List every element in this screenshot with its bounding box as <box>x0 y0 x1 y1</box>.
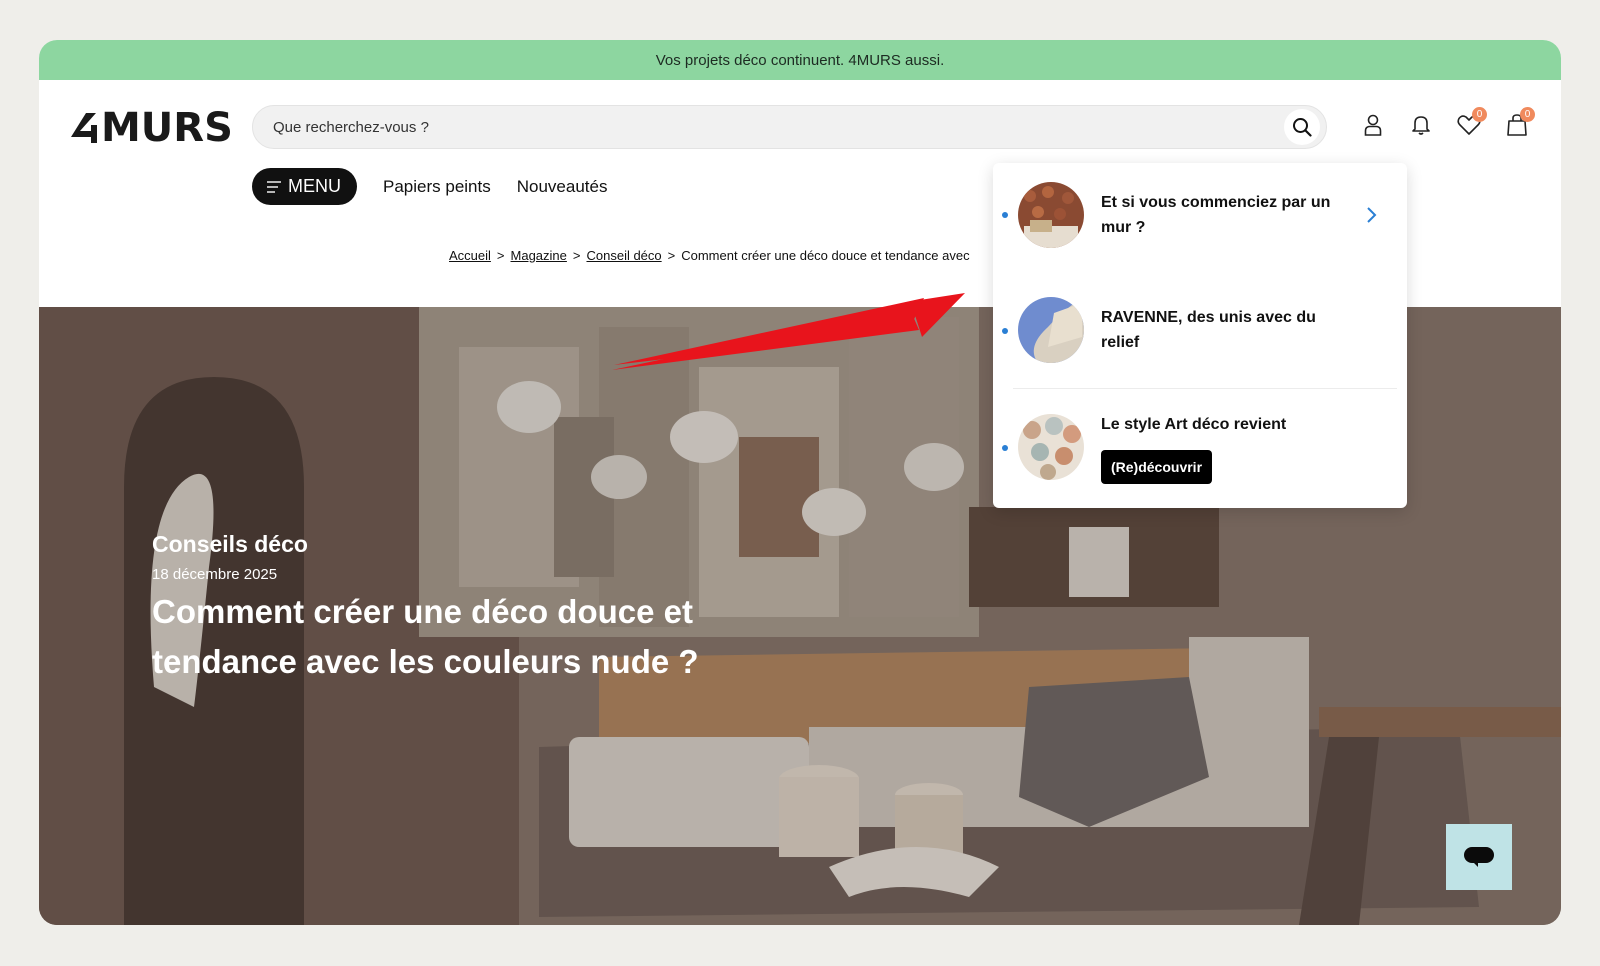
bell-icon <box>1412 116 1430 135</box>
promo-banner[interactable]: Vos projets déco continuent. 4MURS aussi… <box>39 40 1561 80</box>
notification-thumbnail <box>1018 182 1084 248</box>
chevron-right-icon[interactable] <box>1365 206 1377 224</box>
wishlist-button[interactable]: 0 <box>1455 107 1487 140</box>
notification-text: Et si vous commenciez par un mur ? <box>1101 194 1331 236</box>
logo-mark-icon <box>71 113 97 143</box>
breadcrumb-separator: > <box>667 248 676 263</box>
notification-item[interactable]: Et si vous commenciez par un mur ? <box>993 163 1407 281</box>
notification-thumbnail <box>1018 414 1084 480</box>
main-nav: MENU Papiers peints Nouveautés <box>252 168 607 205</box>
breadcrumb-conseil-deco[interactable]: Conseil déco <box>586 248 661 263</box>
hero-title: Comment créer une déco douce et tendance… <box>152 593 699 680</box>
browser-frame: Vos projets déco continuent. 4MURS aussi… <box>39 40 1561 925</box>
rediscover-button[interactable]: (Re)découvrir <box>1101 450 1213 484</box>
breadcrumb-magazine[interactable]: Magazine <box>511 248 567 263</box>
chat-icon <box>1464 847 1494 867</box>
breadcrumb: Accueil > Magazine > Conseil déco > Comm… <box>449 248 1009 263</box>
notification-text: RAVENNE, des unis avec du relief <box>1101 309 1316 351</box>
hamburger-icon <box>267 180 281 193</box>
nav-link-papiers-peints[interactable]: Papiers peints <box>383 177 491 197</box>
notifications-dropdown: Et si vous commenciez par un mur ? RAVEN… <box>993 163 1407 508</box>
divider <box>1013 388 1397 389</box>
breadcrumb-separator: > <box>496 248 505 263</box>
hero-category[interactable]: Conseils déco <box>152 531 752 558</box>
breadcrumb-accueil[interactable]: Accueil <box>449 248 491 263</box>
promo-text: Vos projets déco continuent. 4MURS aussi… <box>655 51 945 69</box>
nav-link-nouveautes[interactable]: Nouveautés <box>517 177 608 197</box>
unread-dot <box>1002 445 1008 451</box>
menu-label: MENU <box>288 176 341 196</box>
user-icon <box>1364 114 1382 136</box>
notification-text: Le style Art déco revient <box>1101 416 1287 433</box>
unread-dot <box>1002 328 1008 334</box>
chat-button[interactable] <box>1446 824 1512 890</box>
notifications-button[interactable] <box>1407 110 1435 140</box>
hero-date: 18 décembre 2025 <box>152 566 278 583</box>
logo-text: MURS <box>101 105 233 151</box>
search-input[interactable] <box>273 118 1284 136</box>
search-button[interactable] <box>1284 109 1320 145</box>
breadcrumb-current: Comment créer une déco douce et tendance… <box>681 248 970 263</box>
hero-content: Conseils déco 18 décembre 2025 Comment c… <box>152 531 752 687</box>
logo[interactable]: MURS <box>69 107 233 149</box>
breadcrumb-separator: > <box>572 248 581 263</box>
cart-badge: 0 <box>1520 107 1535 122</box>
menu-button[interactable]: MENU <box>252 168 357 205</box>
header-icons: 0 0 <box>1359 107 1535 140</box>
search-bar[interactable] <box>252 105 1327 149</box>
search-icon <box>1293 118 1312 137</box>
cart-button[interactable]: 0 <box>1503 107 1535 140</box>
wishlist-badge: 0 <box>1472 107 1487 122</box>
unread-dot <box>1002 212 1008 218</box>
notification-item[interactable]: RAVENNE, des unis avec du relief <box>993 281 1407 393</box>
notification-thumbnail <box>1018 297 1084 363</box>
account-button[interactable] <box>1359 110 1387 140</box>
